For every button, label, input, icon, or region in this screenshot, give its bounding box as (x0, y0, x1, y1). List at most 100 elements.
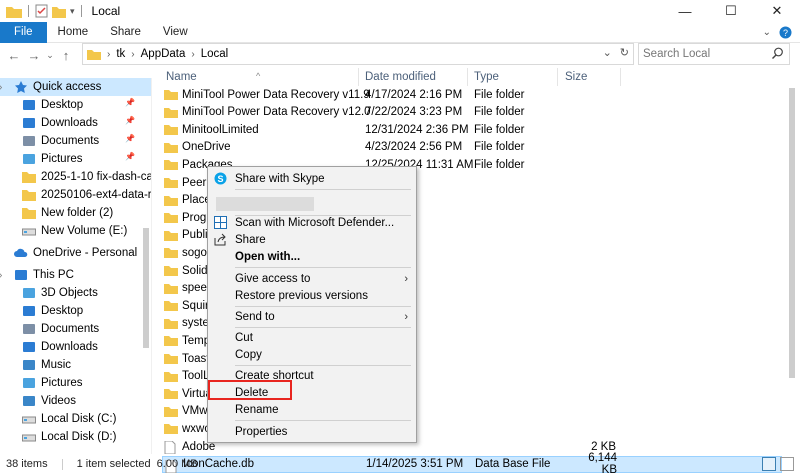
close-button[interactable]: ✕ (754, 0, 800, 22)
sidebar-item-desktop[interactable]: Desktop 📌 (0, 96, 151, 114)
sidebar-item-music[interactable]: Music (0, 356, 151, 374)
music-icon (22, 359, 36, 371)
sidebar-item-downloads[interactable]: Downloads 📌 (0, 114, 151, 132)
list-scrollbar[interactable] (788, 88, 796, 448)
refresh-icon[interactable]: ↻ (620, 46, 629, 59)
search-input[interactable]: Search Local (638, 43, 790, 65)
sidebar-item-documents[interactable]: Documents 📌 (0, 132, 151, 150)
chevron-down-icon[interactable]: ⌄ (603, 46, 612, 59)
sidebar-item-local-disk-d[interactable]: Local Disk (D:) (0, 428, 151, 446)
file-type: File folder (474, 158, 525, 171)
sidebar-item-20250106-ext4-data-reco[interactable]: 20250106-ext4-data-reco (0, 186, 151, 204)
sidebar-item-new-folder-2[interactable]: New folder (2) (0, 204, 151, 222)
menu-item-share[interactable]: Share (208, 231, 416, 248)
menu-item-give-access[interactable]: Give access to › (208, 270, 416, 287)
recent-locations-icon[interactable]: ⌄ (44, 50, 56, 61)
menu-item-copy[interactable]: Copy (208, 346, 416, 363)
sidebar-item-3d-objects[interactable]: 3D Objects (0, 284, 151, 302)
folder-icon (164, 195, 178, 209)
video-icon (22, 395, 36, 407)
maximize-button[interactable]: ☐ (708, 0, 754, 22)
column-date[interactable]: Date modified (365, 71, 436, 83)
sidebar-item-label: Local Disk (C:) (41, 413, 117, 425)
sidebar-item-new-volume-e[interactable]: New Volume (E:) (0, 222, 151, 240)
up-arrow-icon[interactable]: ↑ (56, 48, 76, 63)
column-divider[interactable] (557, 68, 558, 86)
chevron-right-icon[interactable]: › (191, 49, 194, 60)
tab-home[interactable]: Home (47, 22, 100, 43)
menu-item-share-with-skype[interactable]: S Share with Skype (208, 170, 416, 187)
tab-file[interactable]: File (0, 21, 47, 43)
table-row[interactable]: MinitoolLimited 12/31/2024 2:36 PM File fo… (162, 121, 782, 138)
sidebar-item-pictures[interactable]: Pictures 📌 (0, 150, 151, 168)
large-icons-view-icon[interactable] (780, 457, 794, 471)
address-row: ← → ⌄ ↑ › tk › AppData › Local ⌄ ↻ Searc… (0, 43, 800, 67)
column-divider[interactable] (467, 68, 468, 86)
nav-scroll-thumb[interactable] (143, 228, 149, 348)
sidebar-item-this-pc[interactable]: › This PC (0, 266, 151, 284)
sidebar-item-label: New Volume (E:) (41, 225, 128, 237)
menu-item-send-to[interactable]: Send to › (208, 308, 416, 325)
back-arrow-icon[interactable]: ← (4, 48, 24, 63)
tab-share[interactable]: Share (99, 22, 152, 43)
nav-scrollbar[interactable] (141, 78, 151, 454)
sidebar-item-documents[interactable]: Documents (0, 320, 151, 338)
expand-ribbon-icon[interactable]: ⌄ (763, 27, 771, 38)
cloud-icon (14, 247, 28, 259)
column-type[interactable]: Type (474, 71, 499, 83)
menu-item-scan-defender[interactable]: Scan with Microsoft Defender... (208, 214, 416, 231)
sidebar-item-quick-access[interactable]: › Quick access (0, 78, 151, 96)
help-icon[interactable]: ? (779, 26, 792, 39)
chevron-right-icon[interactable]: › (107, 49, 110, 60)
chevron-right-icon[interactable]: › (131, 49, 134, 60)
sidebar-item-pictures[interactable]: Pictures (0, 374, 151, 392)
properties-icon[interactable] (35, 4, 48, 18)
chevron-right-icon[interactable]: › (0, 270, 2, 281)
table-row[interactable]: MiniTool Power Data Recovery v12.0 7/22/2… (162, 104, 782, 121)
column-size[interactable]: Size (565, 71, 587, 83)
file-name: MinitoolLimited (182, 123, 259, 136)
skype-icon: S (214, 172, 227, 185)
forward-arrow-icon[interactable]: → (24, 48, 44, 63)
folder-icon (22, 207, 36, 219)
menu-separator (235, 327, 411, 328)
breadcrumb-appdata[interactable]: AppData (141, 48, 186, 60)
sidebar-item-local-disk-c[interactable]: Local Disk (C:) (0, 410, 151, 428)
customize-toolbar-icon[interactable]: ▾ (70, 6, 75, 17)
pin-icon: 📌 (125, 98, 135, 107)
column-name[interactable]: Name (166, 71, 197, 83)
address-bar[interactable]: › tk › AppData › Local ⌄ ↻ (82, 43, 634, 65)
list-scroll-thumb[interactable] (789, 88, 795, 378)
menu-item-rename[interactable]: Rename (208, 401, 416, 418)
breadcrumb-tk[interactable]: tk (116, 48, 125, 60)
new-folder-icon[interactable] (52, 5, 66, 18)
pin-icon: 📌 (125, 116, 135, 125)
details-view-icon[interactable] (762, 457, 776, 471)
sidebar-item-videos[interactable]: Videos (0, 392, 151, 410)
menu-item-properties[interactable]: Properties (208, 423, 416, 440)
sidebar-item-desktop[interactable]: Desktop (0, 302, 151, 320)
sidebar-item-2025-1-10-fix-dash-cam[interactable]: 2025-1-10 fix-dash-cam (0, 168, 151, 186)
ribbon-tabs: File Home Share View ⌄ ? (0, 21, 800, 43)
status-selection: 1 item selected 6.00 MB (76, 458, 198, 470)
table-row[interactable]: MiniTool Power Data Recovery v11.9 4/17/2… (162, 86, 782, 103)
menu-item-restore-versions[interactable]: Restore previous versions (208, 287, 416, 304)
column-divider[interactable] (620, 68, 621, 86)
sidebar-item-label: Pictures (41, 153, 83, 165)
menu-item-cut[interactable]: Cut (208, 329, 416, 346)
minimize-button[interactable]: — (662, 0, 708, 22)
menu-item-open-with[interactable]: Open with... (208, 248, 416, 265)
chevron-right-icon[interactable]: › (0, 82, 2, 93)
drive-icon (22, 413, 36, 425)
breadcrumb-local[interactable]: Local (201, 48, 229, 60)
ribbon-right-controls: ⌄ ? (763, 22, 792, 43)
table-row[interactable]: OneDrive 4/23/2024 2:56 PM File folder (162, 139, 782, 156)
column-divider[interactable] (358, 68, 359, 86)
sidebar-item-downloads[interactable]: Downloads (0, 338, 151, 356)
sidebar-item-label: This PC (33, 269, 74, 281)
picture-icon (22, 153, 36, 165)
document-icon (22, 323, 36, 335)
sidebar-item-onedrive-personal[interactable]: OneDrive - Personal (0, 244, 151, 262)
tab-view[interactable]: View (152, 22, 199, 43)
menu-item-label: Give access to (235, 272, 311, 285)
